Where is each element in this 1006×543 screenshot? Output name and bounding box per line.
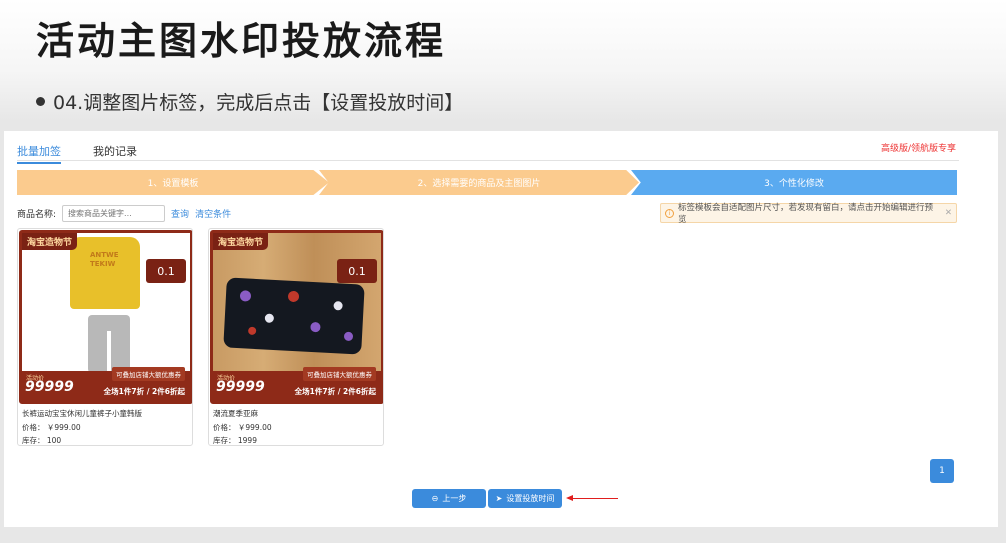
close-icon[interactable]: ✕ [945, 208, 952, 218]
product-price: 价格： ￥999.00 [213, 422, 272, 432]
product-stock: 库存： 100 [22, 436, 62, 445]
sale-text: 全场1件7折 / 2件6折起 [103, 387, 185, 396]
sale-text: 全场1件7折 / 2件6折起 [294, 387, 376, 396]
product-meta: 潮流夏季亚麻 价格： ￥999.00 库存： 1999 [213, 407, 272, 445]
product-name: 长裤运动宝宝休闲儿童裤子小童韩版 [22, 409, 142, 418]
annotation-arrow [566, 495, 618, 501]
product-card[interactable]: 淘宝造物节 0.1 活动价 99999 可叠加店铺大额优惠券 全场1件7折 / … [208, 228, 384, 446]
step-3-active: 3、个性化修改 [631, 170, 957, 195]
back-arrow-icon: ⊖ [431, 494, 439, 503]
step-progress: 1、设置模板 2、选择需要的商品及主图图片 3、个性化修改 [17, 170, 957, 195]
product-card[interactable]: ANTWE TEKIW 淘宝造物节 0.1 活动价 99999 可叠加店铺大额优惠… [17, 228, 193, 446]
coupon-text: 可叠加店铺大额优惠券 [303, 367, 376, 381]
product-meta: 长裤运动宝宝休闲儿童裤子小童韩版 价格： ￥999.00 库存： 100 [22, 407, 142, 445]
watermark-footer: 活动价 99999 可叠加店铺大额优惠券 全场1件7折 / 2件6折起 [22, 367, 190, 401]
product-stock: 库存： 1999 [213, 436, 257, 445]
watermark-badge: 淘宝造物节 [213, 233, 269, 250]
vip-label[interactable]: 高级版/领航版专享 [881, 141, 956, 154]
page-title: 活动主图水印投放流程 [36, 19, 447, 63]
product-image[interactable]: ANTWE TEKIW 淘宝造物节 0.1 活动价 99999 可叠加店铺大额优惠… [19, 230, 192, 404]
step-2: 2、选择需要的商品及主图图片 [319, 170, 639, 195]
pants-image [88, 315, 130, 373]
filter-bar: 商品名称: 查询 清空条件 [17, 205, 231, 222]
watermark-badge: 淘宝造物节 [22, 233, 78, 250]
search-input[interactable] [62, 205, 166, 222]
product-image[interactable]: 淘宝造物节 0.1 活动价 99999 可叠加店铺大额优惠券 全场1件7折 / … [210, 230, 383, 404]
prev-step-label: 上一步 [442, 494, 467, 503]
app-screenshot: 批量加签 我的记录 高级版/领航版专享 1、设置模板 2、选择需要的商品及主图图… [4, 131, 998, 527]
step-instruction: 04.调整图片标签，完成后点击【设置投放时间】 [36, 88, 463, 115]
notice-banner: i 标签模板会自适配图片尺寸，若发现有留白，请点击开始编辑进行预览 ✕ [660, 203, 957, 225]
search-link[interactable]: 查询 [171, 207, 189, 220]
step-instruction-text: 04.调整图片标签，完成后点击【设置投放时间】 [53, 92, 464, 114]
clear-filter-link[interactable]: 清空条件 [195, 207, 231, 220]
coupon-text: 可叠加店铺大额优惠券 [112, 367, 185, 381]
discount-tag: 0.1 [146, 259, 186, 283]
set-time-button[interactable]: ➤ 设置投放时间 [488, 489, 562, 508]
bullet-icon [36, 97, 45, 106]
product-price: 价格： ￥999.00 [22, 422, 81, 432]
pagination-page[interactable]: 1 [930, 459, 954, 483]
info-icon: i [665, 208, 674, 218]
send-icon: ➤ [495, 494, 503, 503]
product-name: 潮流夏季亚麻 [213, 409, 258, 418]
product-name-label: 商品名称: [17, 210, 57, 220]
watermark-price: 99999 [216, 379, 265, 395]
wallet-image [223, 277, 365, 355]
watermark-footer: 活动价 99999 可叠加店铺大额优惠券 全场1件7折 / 2件6折起 [213, 367, 381, 401]
step-1: 1、设置模板 [17, 170, 329, 195]
discount-tag: 0.1 [337, 259, 377, 283]
watermark-price: 99999 [25, 379, 74, 395]
set-time-label: 设置投放时间 [506, 494, 555, 503]
notice-text: 标签模板会自适配图片尺寸，若发现有留白，请点击开始编辑进行预览 [677, 203, 933, 225]
tab-divider [17, 160, 959, 161]
prev-step-button[interactable]: ⊖ 上一步 [412, 489, 486, 508]
shirt-image: ANTWE TEKIW [70, 237, 140, 309]
